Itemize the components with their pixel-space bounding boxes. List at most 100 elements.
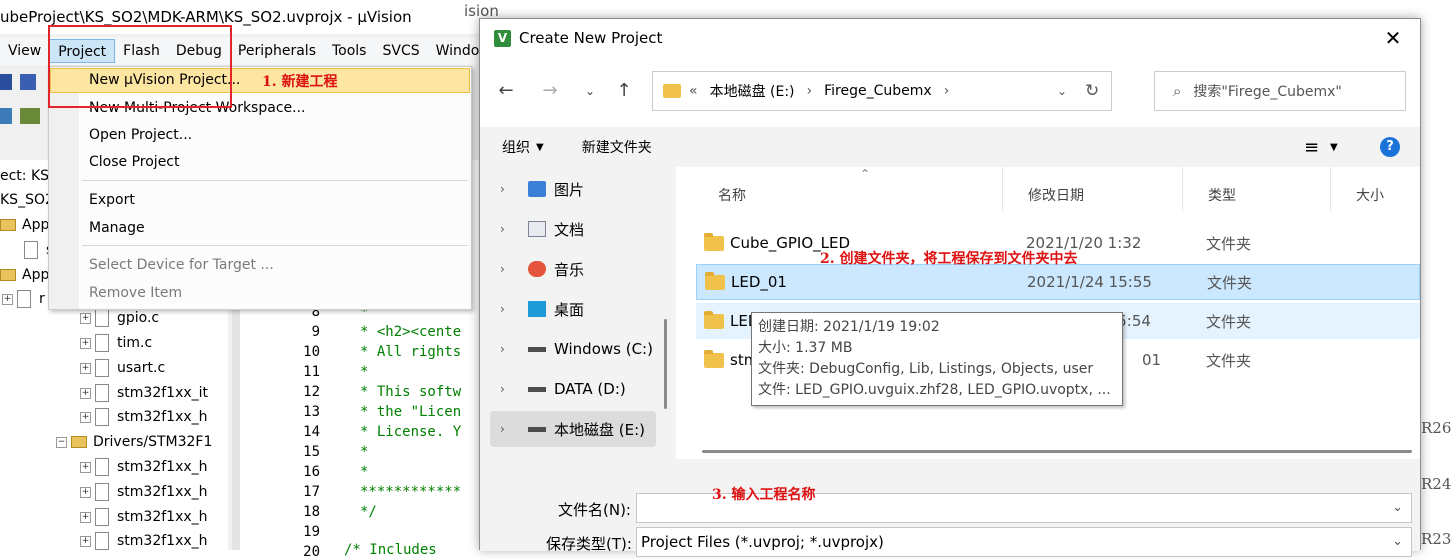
uvision-app-icon: V bbox=[494, 29, 511, 47]
tree-row[interactable]: Appl bbox=[0, 213, 53, 237]
recent-chevron-icon[interactable]: ⌄ bbox=[578, 79, 602, 103]
collapse-icon[interactable]: − bbox=[56, 436, 67, 448]
folder-icon bbox=[704, 310, 724, 329]
menu-item-export[interactable]: Export bbox=[89, 188, 135, 212]
expand-icon[interactable]: + bbox=[80, 535, 91, 547]
tree-row[interactable]: + tim.c bbox=[80, 331, 152, 355]
nav-item-music[interactable]: › 音乐 bbox=[480, 251, 656, 287]
rebuild-icon[interactable] bbox=[20, 108, 40, 124]
line-number: 10 bbox=[303, 344, 320, 360]
line-number: 14 bbox=[303, 424, 320, 440]
tree-row[interactable]: + stm32f1xx_it bbox=[80, 381, 208, 405]
save-panel: 文件名(N): ⌄ 保存类型(T): Project Files (*.uvpr… bbox=[480, 459, 1420, 557]
refresh-icon[interactable]: ↻ bbox=[1085, 81, 1099, 101]
separator-chevron-icon[interactable]: › bbox=[944, 83, 950, 99]
tree-row[interactable]: + stm32f1xx_h bbox=[80, 505, 208, 529]
build-icon[interactable] bbox=[0, 108, 12, 124]
menu-item-manage[interactable]: Manage bbox=[89, 216, 145, 240]
chevron-down-icon[interactable]: ⌄ bbox=[1392, 528, 1403, 556]
separator-chevron-icon[interactable]: › bbox=[807, 83, 813, 99]
expand-icon[interactable]: + bbox=[80, 411, 91, 423]
nav-item-pictures[interactable]: › 图片 bbox=[480, 171, 656, 207]
back-arrow-icon[interactable]: ← bbox=[494, 79, 518, 103]
close-icon[interactable]: ✕ bbox=[1380, 25, 1406, 51]
chevron-right-icon[interactable]: › bbox=[500, 342, 524, 356]
filetype-label: 保存类型(T): bbox=[546, 535, 632, 553]
tree-row[interactable]: KS_SO2 bbox=[0, 188, 54, 212]
chevron-right-icon[interactable]: › bbox=[500, 262, 524, 276]
menu-item-select-device[interactable]: Select Device for Target ... bbox=[89, 253, 274, 277]
column-type[interactable]: 类型 bbox=[1208, 185, 1236, 205]
code-line: * <h2><cente bbox=[360, 324, 462, 340]
up-arrow-icon[interactable]: ↑ bbox=[612, 79, 636, 103]
nav-item-windows-c[interactable]: › Windows (C:) bbox=[480, 331, 656, 367]
line-number: 16 bbox=[303, 464, 320, 480]
organize-button[interactable]: 组织 bbox=[502, 137, 530, 157]
expand-icon[interactable]: + bbox=[80, 337, 91, 349]
expand-icon[interactable]: + bbox=[80, 312, 91, 324]
save-icon[interactable] bbox=[0, 74, 12, 90]
expand-icon[interactable]: + bbox=[80, 461, 91, 473]
sort-chevron-icon[interactable]: ⌃ bbox=[860, 167, 870, 181]
search-box[interactable]: ⌕ 搜索"Firege_Cubemx" bbox=[1154, 71, 1406, 111]
new-folder-button[interactable]: 新建文件夹 bbox=[582, 137, 652, 157]
file-list-scrollbar[interactable] bbox=[702, 450, 1412, 453]
chevron-right-icon[interactable]: › bbox=[500, 302, 524, 316]
chevron-right-icon[interactable]: › bbox=[500, 182, 524, 196]
menu-tools[interactable]: Tools bbox=[324, 39, 375, 63]
expand-icon[interactable]: + bbox=[80, 387, 91, 399]
tree-row[interactable]: + usart.c bbox=[80, 356, 165, 380]
nav-item-data-d[interactable]: › DATA (D:) bbox=[480, 371, 656, 407]
menu-item-remove-item[interactable]: Remove Item bbox=[89, 281, 182, 305]
view-dropdown-icon[interactable]: ▼ bbox=[1330, 142, 1338, 153]
file-row-selected[interactable]: LED_01 2021/1/24 15:55 文件夹 bbox=[696, 264, 1420, 300]
expand-icon[interactable]: + bbox=[80, 362, 91, 374]
file-icon bbox=[17, 290, 31, 308]
desktop-icon bbox=[528, 301, 546, 317]
address-bar[interactable]: « 本地磁盘 (E:) › Firege_Cubemx › ⌄ ↻ bbox=[652, 71, 1112, 111]
tree-row[interactable]: − Drivers/STM32F1 bbox=[56, 430, 212, 454]
file-icon bbox=[24, 241, 38, 259]
tree-row[interactable]: + stm32f1xx_h bbox=[80, 455, 208, 479]
address-overflow[interactable]: « bbox=[689, 83, 698, 99]
nav-item-desktop[interactable]: › 桌面 bbox=[480, 291, 656, 327]
address-segment-drive[interactable]: 本地磁盘 (E:) bbox=[710, 81, 795, 101]
chevron-right-icon[interactable]: › bbox=[500, 382, 524, 396]
expand-icon[interactable]: + bbox=[2, 293, 13, 305]
expand-icon[interactable]: + bbox=[80, 511, 91, 523]
nav-item-documents[interactable]: › 文档 bbox=[480, 211, 656, 247]
drive-icon bbox=[528, 346, 546, 352]
save-all-icon[interactable] bbox=[20, 74, 36, 90]
tree-row[interactable]: + stm32f1xx_h bbox=[80, 480, 208, 504]
tree-row[interactable]: + r bbox=[2, 287, 45, 311]
nav-scrollbar[interactable] bbox=[664, 319, 667, 409]
tree-row[interactable]: + stm32f1xx_h bbox=[80, 405, 208, 429]
chevron-right-icon[interactable]: › bbox=[500, 222, 524, 236]
column-size[interactable]: 大小 bbox=[1356, 185, 1384, 205]
organize-dropdown-icon[interactable]: ▼ bbox=[536, 142, 544, 153]
nav-item-local-e[interactable]: › 本地磁盘 (E:) bbox=[480, 411, 656, 447]
tree-row[interactable]: Appl bbox=[0, 263, 53, 287]
line-number: 9 bbox=[311, 324, 320, 340]
address-segment-folder[interactable]: Firege_Cubemx bbox=[824, 83, 932, 99]
menu-peripherals[interactable]: Peripherals bbox=[230, 39, 324, 63]
address-dropdown-icon[interactable]: ⌄ bbox=[1057, 84, 1067, 98]
code-line: * License. Y bbox=[360, 424, 462, 440]
menu-item-open-project[interactable]: Open Project... bbox=[89, 123, 192, 147]
chevron-down-icon[interactable]: ⌄ bbox=[1392, 494, 1403, 522]
expand-icon[interactable]: + bbox=[80, 486, 91, 498]
menu-view[interactable]: View bbox=[0, 39, 49, 63]
filetype-select[interactable]: Project Files (*.uvproj; *.uvprojx) ⌄ bbox=[636, 527, 1412, 557]
line-number: 15 bbox=[303, 444, 320, 460]
menu-item-close-project[interactable]: Close Project bbox=[89, 150, 180, 174]
menu-svcs[interactable]: SVCS bbox=[374, 39, 427, 63]
column-date[interactable]: 修改日期 bbox=[1028, 185, 1084, 205]
forward-arrow-icon[interactable]: → bbox=[538, 79, 562, 103]
help-icon[interactable]: ? bbox=[1380, 137, 1400, 157]
pictures-icon bbox=[528, 181, 546, 197]
tree-row[interactable]: + stm32f1xx_h bbox=[80, 529, 208, 553]
column-name[interactable]: 名称 bbox=[718, 185, 746, 205]
line-number: 12 bbox=[303, 384, 320, 400]
view-menu-icon[interactable]: ≡ bbox=[1304, 137, 1319, 158]
chevron-right-icon[interactable]: › bbox=[500, 422, 524, 436]
